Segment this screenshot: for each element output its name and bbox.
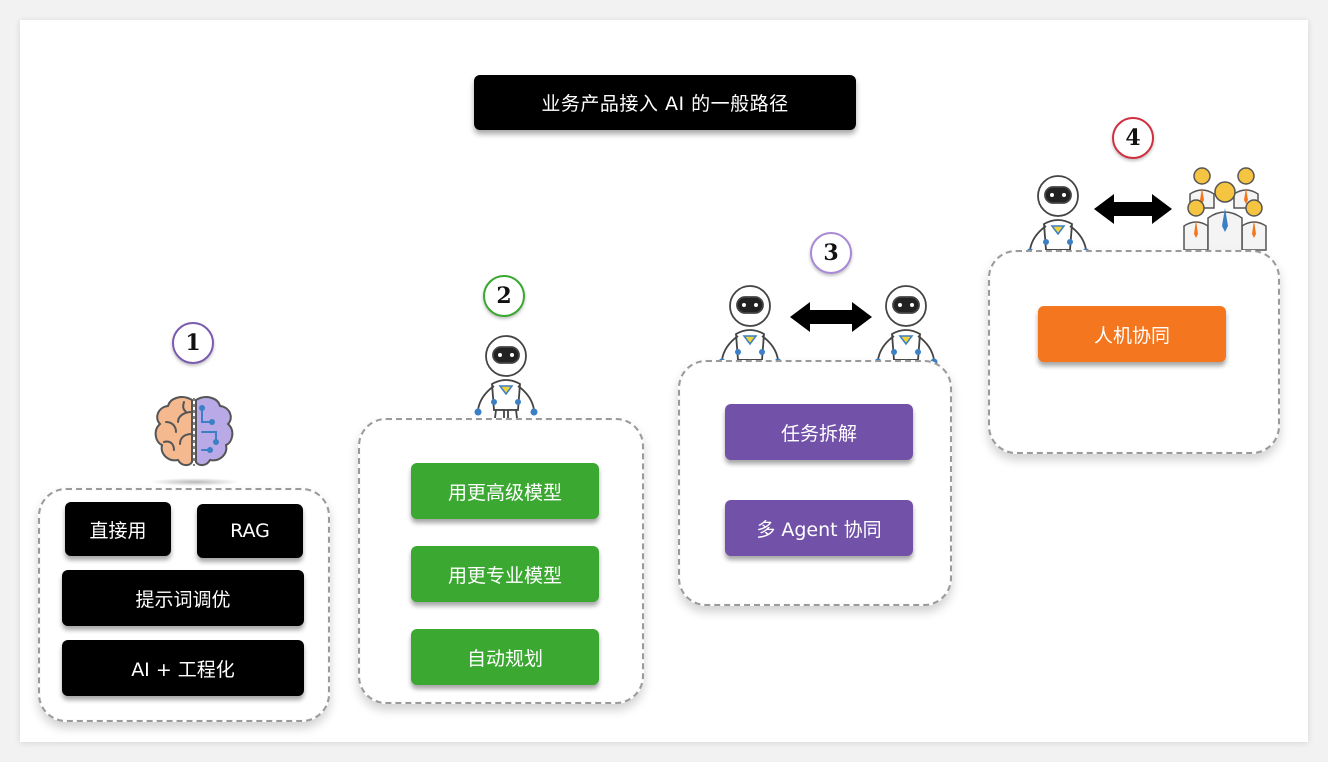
double-arrow-icon: [1094, 194, 1172, 224]
advanced-model-button[interactable]: 用更高级模型: [411, 463, 599, 519]
stage-3-number: 3: [810, 232, 852, 274]
brain-icon: [154, 396, 234, 467]
multi-agent-button[interactable]: 多 Agent 协同: [725, 500, 913, 556]
human-ai-collaboration-button[interactable]: 人机协同: [1038, 306, 1226, 362]
diagram-title: 业务产品接入 AI 的一般路径: [474, 75, 856, 130]
rag-button[interactable]: RAG: [197, 504, 303, 558]
brain-shadow: [150, 478, 240, 486]
stage-3-group: [678, 360, 952, 606]
prompt-tuning-button[interactable]: 提示词调优: [62, 570, 304, 626]
auto-planning-button[interactable]: 自动规划: [411, 629, 599, 685]
task-decomposition-button[interactable]: 任务拆解: [725, 404, 913, 460]
specialized-model-button[interactable]: 用更专业模型: [411, 546, 599, 602]
stage-2-number: 2: [483, 275, 525, 317]
stage-1-number: 1: [172, 322, 214, 364]
direct-use-button[interactable]: 直接用: [65, 502, 171, 556]
double-arrow-icon: [790, 302, 872, 332]
stage-4-number: 4: [1112, 117, 1154, 159]
ai-engineering-button[interactable]: AI + 工程化: [62, 640, 304, 696]
people-group-icon: [1183, 167, 1267, 253]
robot-icon: [474, 335, 538, 427]
